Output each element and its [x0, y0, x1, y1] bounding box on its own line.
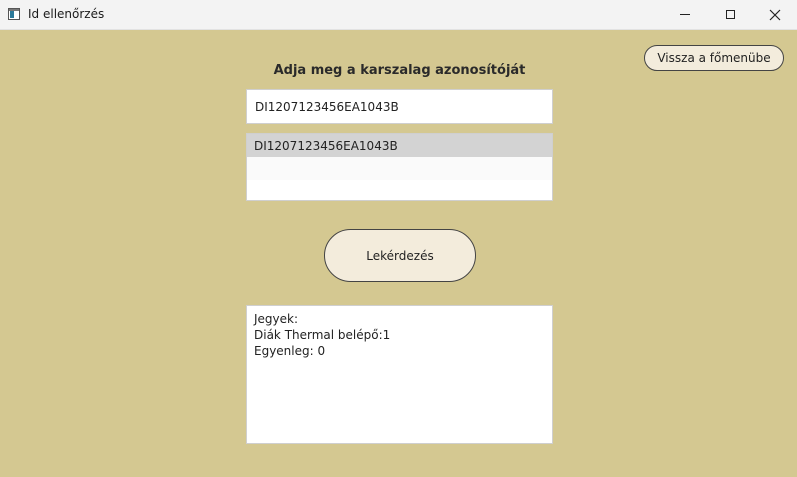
id-suggestion-list[interactable]: DI1207123456EA1043B — [246, 133, 553, 201]
id-prompt-label: Adja meg a karszalag azonosítóját — [273, 63, 526, 78]
maximize-icon — [725, 10, 735, 19]
window-title: Id ellenőrzés — [28, 7, 105, 21]
suggestion-empty-row — [247, 157, 552, 180]
result-line: Jegyek: — [254, 312, 299, 326]
result-line: Diák Thermal belépő:1 — [254, 328, 391, 342]
minimize-icon — [680, 14, 690, 15]
minimize-button[interactable] — [662, 0, 708, 29]
title-bar: Id ellenőrzés — [0, 0, 797, 30]
suggestion-item[interactable]: DI1207123456EA1043B — [247, 134, 552, 157]
app-window: Id ellenőrzés Vissza a főmenübe Adja meg… — [0, 0, 797, 477]
close-icon — [769, 9, 781, 20]
back-to-main-menu-button[interactable]: Vissza a főmenübe — [644, 45, 784, 71]
close-button[interactable] — [752, 0, 797, 29]
result-line: Egyenleg: 0 — [254, 344, 326, 358]
query-button[interactable]: Lekérdezés — [324, 229, 476, 282]
result-textbox[interactable]: Jegyek: Diák Thermal belépő:1 Egyenleg: … — [246, 305, 553, 444]
maximize-button[interactable] — [707, 0, 753, 29]
app-window-icon — [8, 8, 20, 20]
wristband-id-input[interactable]: DI1207123456EA1043B — [246, 89, 553, 124]
